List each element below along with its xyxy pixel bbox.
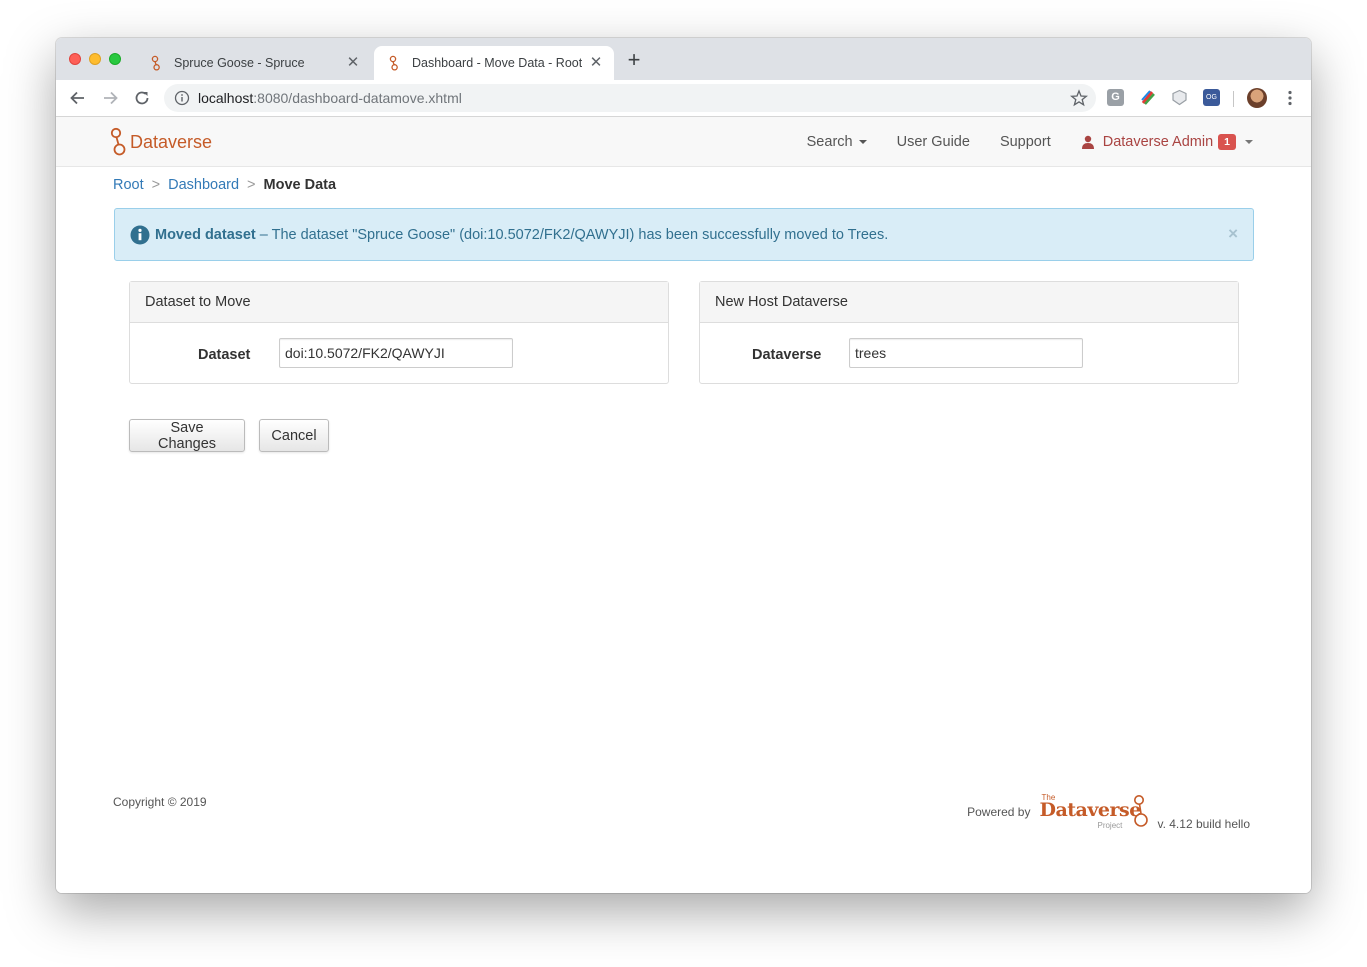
tab-title: Dashboard - Move Data - Root — [412, 56, 582, 70]
browser-tab-dashboard[interactable]: Dashboard - Move Data - Root ✕ — [374, 46, 614, 80]
more-menu-icon[interactable] — [1283, 89, 1297, 107]
nav-search-label: Search — [806, 134, 853, 150]
breadcrumb-separator: > — [247, 177, 256, 193]
new-host-dataverse-panel: New Host Dataverse Dataverse — [699, 281, 1239, 384]
nav-support-link[interactable]: Support — [1000, 134, 1051, 150]
dataverse-favicon-icon — [389, 55, 398, 71]
caret-down-icon — [1245, 140, 1253, 144]
shield-extension-icon[interactable] — [1171, 89, 1188, 106]
save-changes-button[interactable]: Save Changes — [129, 419, 245, 452]
dataverse-input[interactable] — [849, 338, 1083, 368]
site-navbar: Dataverse Search User Guide Support Data… — [56, 117, 1311, 167]
alert-close-icon[interactable]: × — [1228, 224, 1238, 244]
tab-strip: Spruce Goose - Spruce ✕ Dashboard - Move… — [56, 38, 1311, 80]
success-alert: Moved dataset – The dataset "Spruce Goos… — [114, 208, 1254, 261]
notification-badge: 1 — [1218, 134, 1236, 150]
dataverse-logo-icon — [1134, 795, 1149, 827]
site-info-icon[interactable] — [174, 90, 190, 106]
tab-close-icon[interactable]: ✕ — [345, 55, 361, 71]
brand-name: Dataverse — [130, 131, 213, 152]
cancel-button[interactable]: Cancel — [259, 419, 329, 452]
panel-heading: New Host Dataverse — [700, 282, 1238, 323]
alert-message: – The dataset "Spruce Goose" (doi:10.507… — [255, 226, 889, 243]
version-text: v. 4.12 build hello — [1157, 817, 1250, 831]
og-extension-icon[interactable]: OG — [1203, 89, 1220, 106]
browser-window: Spruce Goose - Spruce ✕ Dashboard - Move… — [56, 38, 1311, 893]
user-name: Dataverse Admin — [1102, 134, 1214, 150]
breadcrumb-dashboard-link[interactable]: Dashboard — [168, 177, 239, 193]
breadcrumb-separator: > — [151, 177, 161, 193]
logo-project-text: Project — [1097, 821, 1123, 830]
tab-title: Spruce Goose - Spruce — [174, 56, 305, 70]
dataverse-favicon-icon — [151, 55, 160, 71]
browser-toolbar: localhost:8080/dashboard-datamove.xhtml … — [56, 80, 1311, 117]
breadcrumb-root-link[interactable]: Root — [113, 177, 144, 193]
user-icon — [1081, 135, 1094, 149]
maximize-window-button[interactable] — [109, 53, 121, 65]
panel-heading: Dataset to Move — [130, 282, 668, 323]
nav-user-dropdown[interactable]: Dataverse Admin 1 — [1081, 134, 1253, 150]
bookmark-star-icon[interactable] — [1070, 89, 1088, 107]
nav-links: Search User Guide Support Dataverse Admi… — [777, 117, 1311, 167]
dataset-label: Dataset — [198, 347, 251, 363]
browser-tab-spruce-goose[interactable]: Spruce Goose - Spruce ✕ — [136, 46, 371, 80]
breadcrumb: Root > Dashboard > Move Data — [113, 177, 336, 193]
grammarly-extension-icon[interactable]: G — [1107, 89, 1124, 106]
page-content: Dataverse Search User Guide Support Data… — [56, 117, 1311, 893]
powered-by-text: Powered by — [967, 805, 1031, 819]
logo-name-text: Dataverse — [1039, 799, 1141, 821]
url-text: localhost:8080/dashboard-datamove.xhtml — [198, 90, 462, 106]
tab-close-icon[interactable]: ✕ — [588, 55, 604, 71]
close-window-button[interactable] — [69, 53, 81, 65]
panel-body: Dataverse — [700, 323, 1238, 383]
panel-body: Dataset — [130, 323, 668, 383]
profile-avatar[interactable] — [1247, 88, 1267, 108]
dataverse-label: Dataverse — [752, 347, 822, 363]
minimize-window-button[interactable] — [89, 53, 101, 65]
footer-powered-by: Powered by The Dataverse Project v. 4.12… — [967, 793, 1250, 831]
info-circle-icon — [130, 225, 150, 244]
nav-search-dropdown[interactable]: Search — [807, 134, 867, 150]
alert-text: Moved dataset – The dataset "Spruce Goos… — [155, 227, 888, 243]
new-tab-button[interactable]: + — [624, 49, 644, 71]
forward-arrow-icon[interactable] — [100, 88, 120, 108]
address-bar[interactable]: localhost:8080/dashboard-datamove.xhtml — [164, 84, 1096, 112]
dataverse-logo-icon — [110, 127, 126, 156]
alert-heading: Moved dataset — [155, 226, 256, 243]
copyright-text: Copyright © 2019 — [113, 795, 207, 809]
reload-icon[interactable] — [132, 88, 152, 108]
breadcrumb-current: Move Data — [263, 177, 337, 193]
dataset-input[interactable] — [279, 338, 513, 368]
dataset-to-move-panel: Dataset to Move Dataset — [129, 281, 669, 384]
dataverse-project-logo[interactable]: The Dataverse Project — [1039, 793, 1151, 831]
back-arrow-icon[interactable] — [68, 88, 88, 108]
toolbar-divider — [1233, 91, 1234, 107]
caret-down-icon — [858, 140, 867, 144]
brand-logo-link[interactable]: Dataverse — [109, 127, 212, 157]
nav-user-guide-link[interactable]: User Guide — [897, 134, 970, 150]
color-picker-extension-icon[interactable] — [1140, 89, 1157, 106]
